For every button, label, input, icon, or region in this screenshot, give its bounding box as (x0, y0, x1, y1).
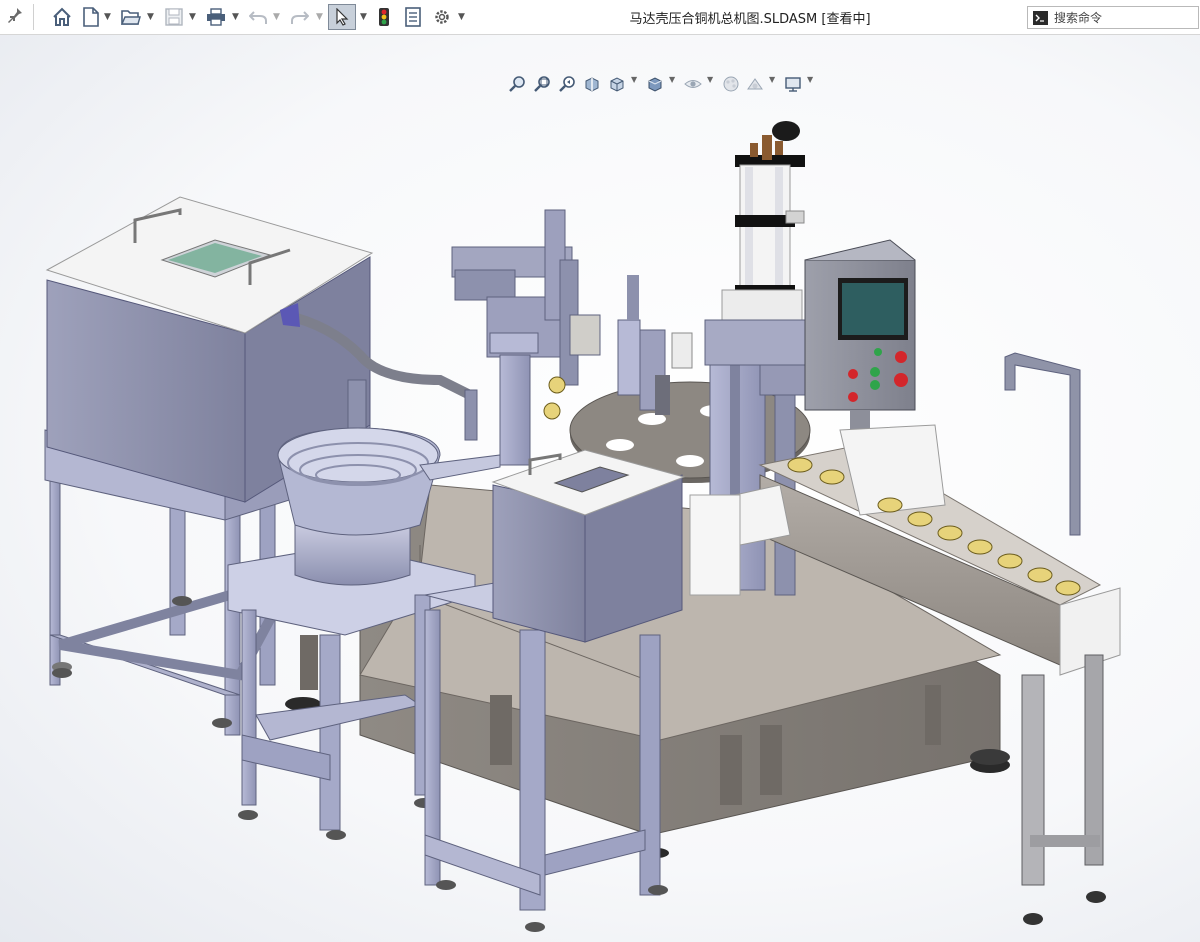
pin-icon[interactable] (7, 7, 23, 29)
window-title: 马达壳压合铜机总机图.SLDASM [查看中] (629, 12, 871, 27)
pneumatic-press-cylinder (721, 121, 805, 341)
options-dropdown-caret[interactable]: ▼ (458, 6, 465, 28)
rebuild-traffic-light-icon[interactable] (374, 5, 394, 29)
new-document-icon[interactable] (80, 5, 102, 29)
new-dropdown-caret[interactable]: ▼ (104, 6, 111, 28)
graphics-area[interactable]: ▼ ▼ ▼ ▼ ▼ (0, 35, 1200, 942)
file-properties-icon[interactable] (402, 5, 424, 29)
search-commands-box[interactable]: 搜索命令 (1027, 6, 1199, 29)
undo-dropdown-caret[interactable]: ▼ (273, 6, 280, 28)
toolbar-separator (33, 4, 34, 30)
save-dropdown-caret[interactable]: ▼ (189, 6, 196, 28)
print-dropdown-caret[interactable]: ▼ (232, 6, 239, 28)
assembly-model-render[interactable] (0, 35, 1200, 942)
sensor-bracket (1004, 352, 1081, 536)
options-gear-icon[interactable] (431, 5, 453, 29)
home-icon[interactable] (50, 5, 74, 29)
open-dropdown-caret[interactable]: ▼ (147, 6, 154, 28)
save-icon[interactable] (162, 5, 186, 29)
select-dropdown-caret[interactable]: ▼ (360, 6, 367, 28)
select-pointer-icon[interactable] (328, 4, 356, 30)
command-prompt-icon (1033, 10, 1048, 29)
open-folder-icon[interactable] (119, 5, 143, 29)
search-input[interactable]: 搜索命令 (1054, 9, 1102, 26)
print-icon[interactable] (204, 5, 228, 29)
title-bar: ▼ ▼ ▼ ▼ ▼ ▼ ▼ ▼ 马达壳压合铜机总机图.SLDASM [查看中] … (0, 0, 1200, 35)
control-panel (804, 239, 916, 450)
hmi-touchscreen (842, 283, 904, 335)
redo-icon[interactable] (289, 5, 311, 29)
undo-icon[interactable] (247, 5, 269, 29)
redo-dropdown-caret[interactable]: ▼ (316, 6, 323, 28)
